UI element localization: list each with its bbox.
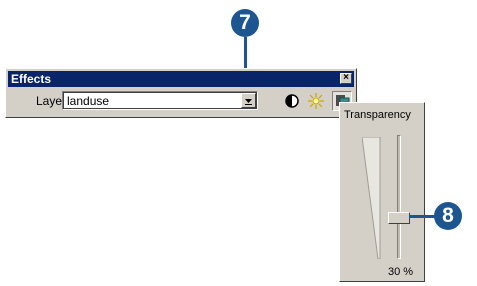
callout-7: 7 bbox=[231, 9, 259, 37]
window-title: Effects bbox=[11, 72, 52, 86]
title-bar[interactable]: Effects × bbox=[8, 71, 354, 87]
transparency-panel: Transparency 30 % bbox=[339, 102, 425, 282]
contrast-icon bbox=[285, 94, 299, 108]
layer-dropdown[interactable]: landuse bbox=[62, 91, 258, 110]
chevron-down-icon bbox=[245, 99, 252, 105]
transparency-value: 30 % bbox=[388, 266, 414, 278]
brightness-button[interactable] bbox=[306, 91, 326, 111]
dropdown-arrow-button[interactable] bbox=[241, 93, 256, 108]
callout-8-leader bbox=[409, 215, 435, 218]
contrast-button[interactable] bbox=[282, 91, 302, 111]
panel-title: Transparency bbox=[344, 109, 411, 121]
effects-toolbar: Effects × Layer: landuse bbox=[5, 68, 357, 118]
brightness-icon bbox=[308, 93, 324, 109]
transparency-ramp bbox=[362, 137, 381, 259]
callout-8: 8 bbox=[434, 202, 462, 230]
slider-track[interactable] bbox=[397, 135, 401, 259]
slider-thumb[interactable] bbox=[388, 212, 410, 224]
close-button[interactable]: × bbox=[340, 73, 352, 84]
layer-value: landuse bbox=[67, 94, 110, 108]
